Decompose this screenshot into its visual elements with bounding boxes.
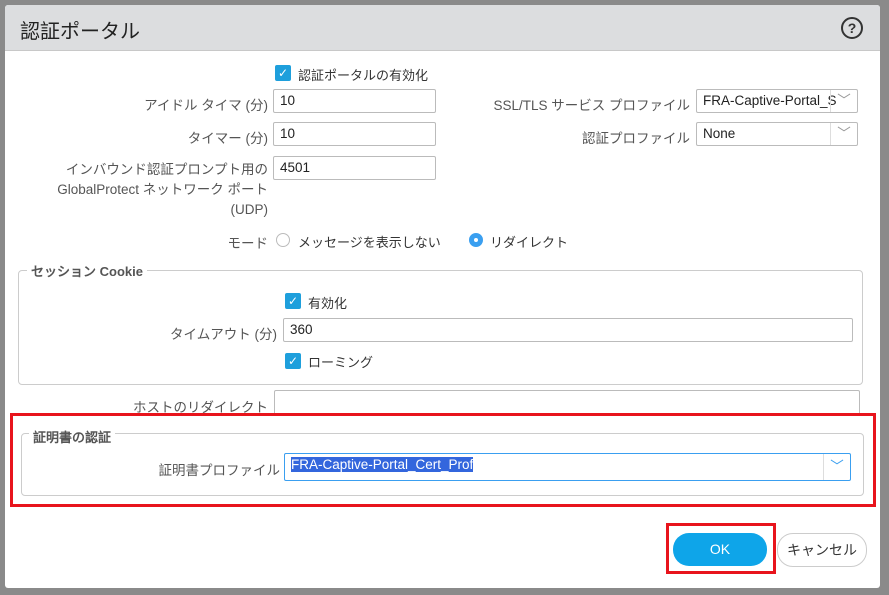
timer-input[interactable]: 10 <box>273 122 436 146</box>
inbound-port-label: インバウンド認証プロンプト用の GlobalProtect ネットワーク ポート… <box>25 160 268 220</box>
inbound-label-line2: GlobalProtect ネットワーク ポート <box>57 182 268 197</box>
enable-portal-label: 認証ポータルの有効化 <box>298 68 429 83</box>
cert-profile-select[interactable]: FRA-Captive-Portal_Cert_Prof ﹀ <box>284 453 851 481</box>
help-icon[interactable]: ? <box>841 17 863 39</box>
timeout-label: タイムアウト (分) <box>170 327 277 342</box>
auth-profile-value: None <box>703 126 736 141</box>
chevron-down-icon: ﹀ <box>830 90 857 112</box>
session-cookie-legend: セッション Cookie <box>27 261 147 280</box>
timeout-input[interactable]: 360 <box>283 318 853 342</box>
ssl-tls-profile-value: FRA-Captive-Portal_S <box>703 93 837 108</box>
dialog-header: 認証ポータル ? <box>5 5 880 51</box>
inbound-port-input[interactable]: 4501 <box>273 156 436 180</box>
idle-timer-input[interactable]: 10 <box>273 89 436 113</box>
mode-option-redirect: リダイレクト <box>490 235 569 250</box>
cert-profile-value: FRA-Captive-Portal_Cert_Prof <box>291 457 474 472</box>
auth-profile-select[interactable]: None ﹀ <box>696 122 858 146</box>
inbound-label-line1: インバウンド認証プロンプト用の <box>65 162 268 177</box>
mode-radio-redirect[interactable] <box>469 233 483 247</box>
roaming-checkbox[interactable]: ✓ <box>285 353 301 369</box>
chevron-down-icon: ﹀ <box>823 454 850 480</box>
cert-profile-label: 証明書プロファイル <box>158 463 281 478</box>
inbound-label-line3: (UDP) <box>230 202 269 217</box>
ssl-tls-profile-label: SSL/TLS サービス プロファイル <box>493 98 690 113</box>
enable-portal-checkbox[interactable]: ✓ <box>275 65 291 81</box>
mode-option-no-message: メッセージを表示しない <box>298 235 441 250</box>
timer-label: タイマー (分) <box>187 131 268 146</box>
auth-profile-label: 認証プロファイル <box>582 131 690 146</box>
cancel-button[interactable]: キャンセル <box>777 533 867 567</box>
dialog-title: 認証ポータル <box>20 21 140 43</box>
ssl-tls-profile-select[interactable]: FRA-Captive-Portal_S ﹀ <box>696 89 858 113</box>
captive-portal-dialog: 認証ポータル ? ✓ 認証ポータルの有効化 アイドル タイマ (分) 10 タイ… <box>5 5 880 588</box>
cookie-enable-checkbox[interactable]: ✓ <box>285 293 301 309</box>
cert-auth-legend: 証明書の認証 <box>29 427 116 446</box>
cookie-enable-label: 有効化 <box>308 296 348 311</box>
chevron-down-icon: ﹀ <box>830 123 857 145</box>
idle-timer-label: アイドル タイマ (分) <box>144 98 268 113</box>
mode-label: モード <box>227 236 269 251</box>
ok-button[interactable]: OK <box>673 533 767 566</box>
mode-radio-no-message[interactable] <box>276 233 290 247</box>
roaming-label: ローミング <box>308 355 374 370</box>
